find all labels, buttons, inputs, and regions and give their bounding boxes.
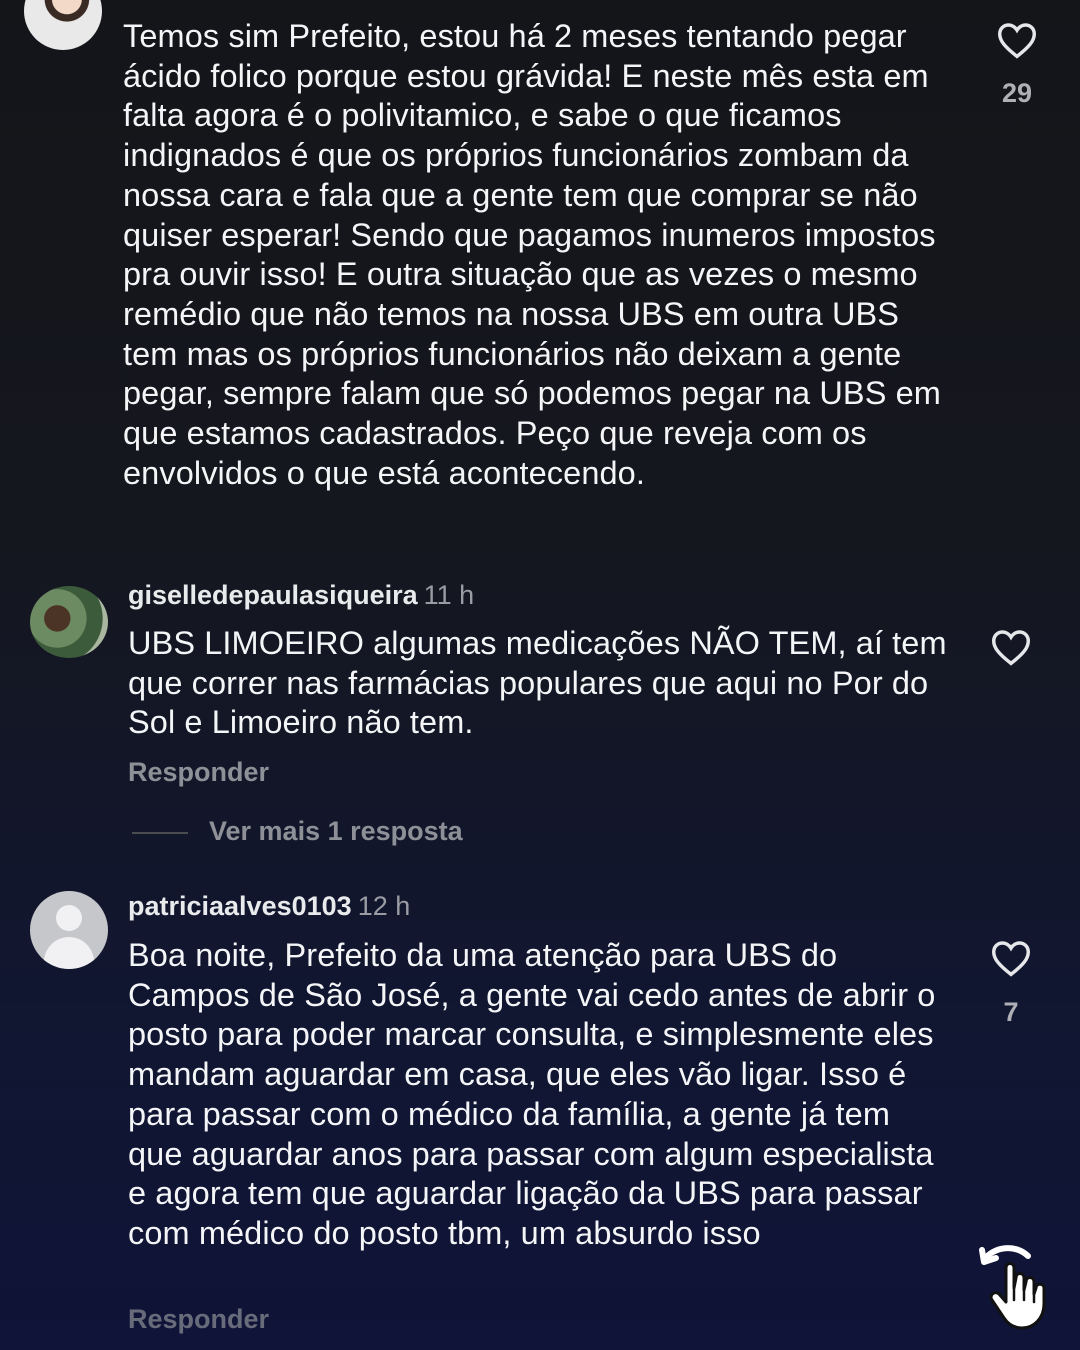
like-heart-icon[interactable]: [990, 939, 1032, 977]
username[interactable]: patriciaalves0103: [128, 891, 352, 921]
timestamp: 12 h: [357, 891, 411, 921]
view-more-replies-button[interactable]: Ver mais 1 resposta: [209, 816, 463, 847]
avatar-body-shape: [44, 937, 94, 969]
tap-hand-icon: [979, 1245, 1046, 1330]
avatar[interactable]: [24, 0, 102, 50]
avatar-placeholder[interactable]: [30, 891, 108, 969]
comment-text: Temos sim Prefeito, estou há 2 meses ten…: [123, 18, 941, 491]
like-heart-icon[interactable]: [996, 21, 1038, 59]
like-count: 29: [1001, 78, 1033, 108]
timestamp: 11 h: [423, 580, 475, 610]
reply-button[interactable]: Responder: [128, 757, 269, 788]
divider: [132, 832, 188, 834]
like-heart-icon[interactable]: [990, 628, 1032, 666]
username[interactable]: giselledepaulasiqueira: [128, 580, 418, 610]
comment-text: Boa noite, Prefeito da uma atenção para …: [128, 937, 936, 1251]
avatar-head-shape: [56, 905, 82, 931]
avatar[interactable]: [30, 586, 108, 658]
comment-text: UBS LIMOEIRO algumas medicações NÃO TEM,…: [128, 625, 947, 741]
reply-button[interactable]: Responder: [128, 1304, 269, 1335]
comment-header: patriciaalves0103 12 h: [128, 891, 410, 922]
like-count: 7: [1003, 997, 1019, 1027]
comment-header: giselledepaulasiqueira 11 h: [128, 580, 474, 611]
